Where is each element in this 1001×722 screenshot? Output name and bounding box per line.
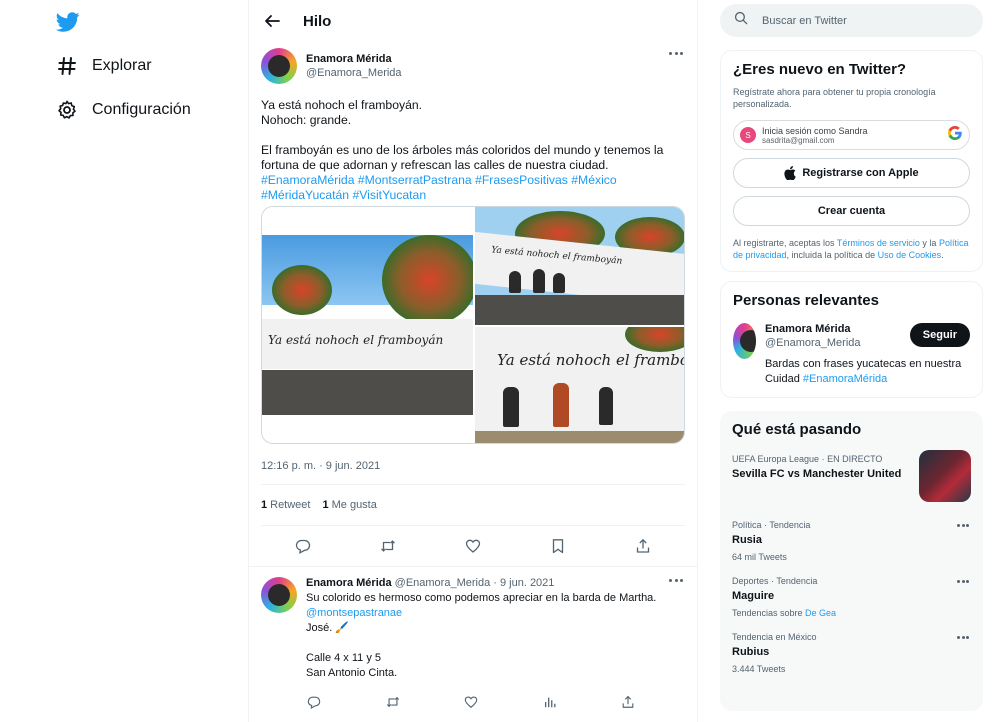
reply-mention[interactable]: @montsepastranae	[306, 606, 685, 621]
hashtag-icon	[54, 53, 80, 79]
create-account-label: Crear cuenta	[817, 205, 886, 217]
share-icon[interactable]	[619, 693, 637, 711]
nav-settings[interactable]: Configuración	[54, 90, 191, 130]
share-icon[interactable]	[634, 537, 652, 555]
reply-icon[interactable]	[294, 537, 312, 555]
trend-item[interactable]: Política · Tendencia Rusia 64 mil Tweets	[732, 520, 971, 562]
hashtag-link[interactable]: #EnamoraMérida	[261, 173, 354, 187]
trends-title: Qué está pasando	[732, 421, 862, 438]
trend-more-icon[interactable]	[957, 636, 969, 640]
hashtag-link[interactable]: #FrasesPositivas	[475, 173, 568, 187]
google-email: sasdrita@gmail.com	[762, 135, 835, 145]
trend-item[interactable]: Deportes · Tendencia Maguire Tendencias …	[732, 576, 971, 618]
hashtag-link[interactable]: #VisitYucatan	[352, 188, 426, 202]
nav-settings-label: Configuración	[92, 101, 191, 118]
reply-line-1: Su colorido es hermoso como podemos apre…	[306, 592, 657, 604]
google-logo-icon	[947, 125, 963, 146]
likes-stat[interactable]: 1 Me gusta	[322, 499, 376, 511]
hashtag-link[interactable]: #MéridaYucatán	[261, 188, 349, 202]
trend-event[interactable]: UEFA Europa League · EN DIRECTO Sevilla …	[732, 450, 971, 506]
google-signin-label: Inicia sesión como Sandra	[762, 125, 868, 136]
signup-description: Regístrate ahora para obtener tu propia …	[733, 87, 936, 109]
apple-icon	[784, 166, 797, 180]
tweet-photo-2[interactable]: Ya está nohoch el framboyán	[475, 207, 684, 325]
tweet-photo-1[interactable]: Ya está nohoch el framboyán	[262, 207, 473, 443]
reply-author-avatar[interactable]	[261, 577, 297, 613]
reply-more-options-icon[interactable]	[669, 579, 683, 587]
mural-text: Ya está nohoch el framboyán	[497, 351, 684, 369]
tweet-timestamp[interactable]: 12:16 p. m. · 9 jun. 2021	[261, 460, 685, 472]
relevant-person-bio: Bardas con frases yucatecas en nuestra C…	[764, 358, 962, 385]
tweet-stats: 1 Retweet 1 Me gusta	[261, 485, 685, 525]
tweet-photo-3[interactable]: Ya está nohoch el framboyán	[475, 327, 684, 443]
mural-text: Ya está nohoch el framboyán	[268, 333, 444, 347]
nav-explore-label: Explorar	[92, 57, 152, 74]
trend-more-icon[interactable]	[957, 524, 969, 528]
relevant-people-title: Personas relevantes	[733, 292, 879, 309]
signup-card: ¿Eres nuevo en Twitter? Regístrate ahora…	[720, 50, 983, 272]
hashtag-link[interactable]: #México	[571, 173, 616, 187]
search-bar[interactable]	[720, 4, 983, 37]
reply-author-name[interactable]: Enamora Mérida	[306, 577, 392, 589]
reply-tweet[interactable]: Enamora Mérida @Enamora_Merida · 9 jun. …	[249, 566, 697, 722]
legal-text: Al registrarte, aceptas los Términos de …	[733, 238, 969, 260]
terms-link[interactable]: Términos de servicio	[837, 238, 920, 248]
analytics-icon[interactable]	[541, 693, 559, 711]
follow-button[interactable]: Seguir	[909, 323, 970, 347]
left-sidebar: Explorar Configuración	[0, 0, 248, 722]
tweet-media-grid: Ya está nohoch el framboyán Ya está noho…	[261, 206, 685, 444]
gear-icon	[54, 97, 80, 123]
main-column: Hilo Enamora Mérida @Enamora_Merida Ya e…	[248, 0, 698, 722]
page-title: Hilo	[303, 12, 332, 30]
tweet-text: Ya está nohoch el framboyán. Nohoch: gra…	[261, 98, 685, 203]
create-account-button[interactable]: Crear cuenta	[733, 196, 970, 226]
apple-signup-label: Registrarse con Apple	[802, 167, 919, 179]
reply-icon[interactable]	[305, 693, 323, 711]
more-options-icon[interactable]	[669, 52, 683, 60]
relevant-person-avatar[interactable]	[733, 323, 756, 359]
reply-line-5: San Antonio Cinta.	[306, 667, 398, 679]
cookies-link[interactable]: Uso de Cookies	[878, 250, 942, 260]
google-account-avatar: S	[740, 127, 756, 143]
reply-line-4: Calle 4 x 11 y 5	[306, 652, 382, 664]
hashtag-link[interactable]: #MontserratPastrana	[358, 173, 472, 187]
reply-text: Su colorido es hermoso como podemos apre…	[306, 591, 685, 681]
retweet-icon[interactable]	[384, 693, 402, 711]
search-icon	[734, 11, 748, 30]
author-avatar[interactable]	[261, 48, 297, 84]
tweet-actions	[261, 526, 685, 566]
tweet-paragraph: El framboyán es uno de los árboles más c…	[261, 143, 664, 172]
retweets-stat[interactable]: 1 Retweet	[261, 499, 310, 511]
trend-more-icon[interactable]	[957, 580, 969, 584]
thread-header: Hilo	[249, 0, 697, 42]
trends-card: Qué está pasando UEFA Europa League · EN…	[720, 411, 983, 711]
trend-related-link[interactable]: De Gea	[805, 608, 836, 618]
back-arrow-icon[interactable]	[261, 10, 283, 32]
tweet-line-1: Ya está nohoch el framboyán.	[261, 98, 423, 112]
search-input[interactable]	[762, 14, 962, 27]
trend-item[interactable]: Tendencia en México Rubius 3.444 Tweets	[732, 632, 971, 674]
author-handle[interactable]: @Enamora_Merida	[306, 67, 402, 79]
like-icon[interactable]	[464, 537, 482, 555]
nav-explore[interactable]: Explorar	[54, 46, 152, 86]
bio-hashtag-link[interactable]: #EnamoraMérida	[803, 373, 887, 385]
google-signin-button[interactable]: S Inicia sesión como Sandra sasdrita@gma…	[733, 120, 970, 150]
twitter-logo-icon[interactable]	[55, 10, 80, 34]
right-sidebar: ¿Eres nuevo en Twitter? Regístrate ahora…	[720, 0, 983, 722]
signup-title: ¿Eres nuevo en Twitter?	[733, 61, 907, 78]
reply-actions	[305, 693, 687, 711]
apple-signup-button[interactable]: Registrarse con Apple	[733, 158, 970, 188]
reply-line-3: José. 🖌️	[306, 622, 350, 634]
tweet-line-2: Nohoch: grande.	[261, 113, 352, 127]
event-image	[919, 450, 971, 502]
retweet-icon[interactable]	[379, 537, 397, 555]
relevant-people-card: Personas relevantes Enamora Mérida @Enam…	[720, 281, 983, 398]
relevant-person[interactable]: Enamora Mérida @Enamora_Merida Bardas co…	[733, 323, 970, 387]
like-icon[interactable]	[462, 693, 480, 711]
bookmark-icon[interactable]	[549, 537, 567, 555]
reply-meta: @Enamora_Merida · 9 jun. 2021	[394, 577, 555, 589]
author-name[interactable]: Enamora Mérida	[306, 53, 402, 65]
main-tweet: Enamora Mérida @Enamora_Merida Ya está n…	[249, 42, 697, 472]
